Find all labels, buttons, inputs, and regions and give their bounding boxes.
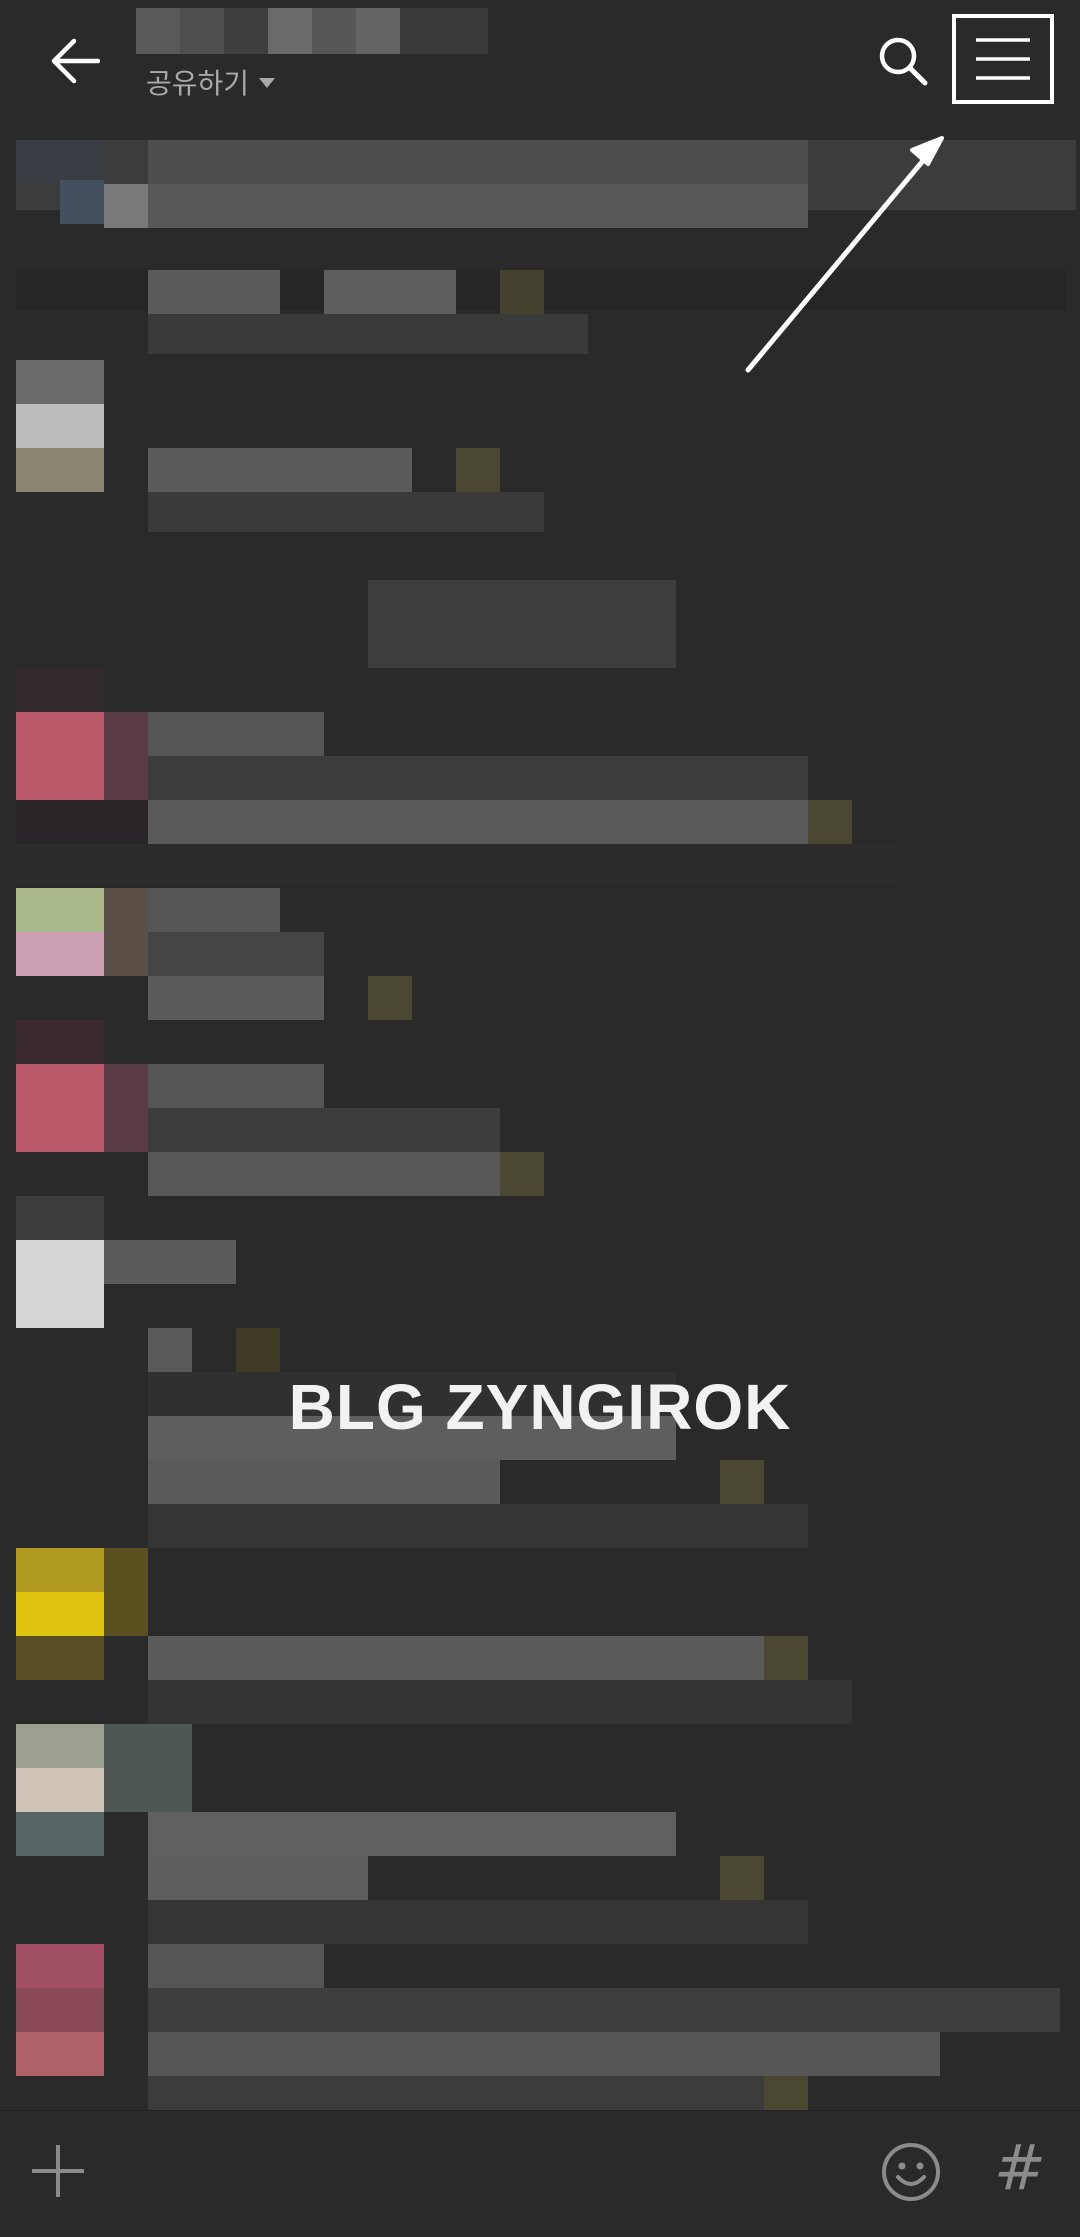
pixel-block <box>16 1988 104 2032</box>
pixel-block <box>808 800 852 844</box>
menu-button-highlighted[interactable] <box>952 14 1054 104</box>
overlay-caption: BLG ZYNGIROK <box>288 1371 792 1443</box>
top-bar: 공유하기 <box>0 0 1080 120</box>
pixel-block <box>148 800 808 844</box>
back-button[interactable] <box>40 26 110 96</box>
pixel-block <box>720 1460 764 1504</box>
pixel-block <box>148 1460 500 1504</box>
pixel-block <box>16 2032 104 2076</box>
pixel-block <box>16 888 104 932</box>
pixel-block <box>148 756 808 800</box>
pixel-block <box>148 1108 500 1152</box>
chevron-down-icon <box>259 78 276 88</box>
search-button[interactable] <box>868 26 938 96</box>
pixel-block <box>148 1812 676 1856</box>
pixel-block <box>16 360 104 404</box>
pixel-block <box>16 404 104 448</box>
pixel-block <box>148 1328 192 1372</box>
pixel-block <box>16 712 104 800</box>
pixel-block <box>148 712 324 756</box>
pixel-block <box>16 1020 104 1064</box>
pixel-block <box>368 580 676 668</box>
pixel-block <box>148 448 412 492</box>
pixel-block <box>16 1724 104 1768</box>
pixel-block <box>148 1636 808 1680</box>
share-dropdown[interactable]: 공유하기 <box>146 62 276 102</box>
pixel-block <box>148 1152 500 1196</box>
back-arrow-icon <box>51 38 100 84</box>
pixel-block <box>368 976 412 1020</box>
pixel-block <box>104 888 148 976</box>
pixel-block <box>16 1064 104 1152</box>
pixel-block <box>16 1944 104 1988</box>
pixel-block <box>148 932 324 976</box>
pixel-block <box>104 1064 148 1152</box>
pixel-block <box>16 800 148 844</box>
pixel-block <box>148 976 324 1020</box>
pixel-block <box>148 2076 764 2110</box>
pixel-block <box>324 270 456 314</box>
pixel-block <box>148 270 280 314</box>
pixel-block <box>104 1548 148 1636</box>
input-bar: # <box>0 2110 1080 2237</box>
pixel-block <box>236 1328 280 1372</box>
pixel-block <box>16 1592 104 1636</box>
pixel-block <box>764 2076 808 2110</box>
plus-icon[interactable] <box>28 2141 88 2201</box>
chat-title-pixelated <box>136 8 488 54</box>
pixel-block <box>16 1812 104 1856</box>
pixel-block <box>764 1636 808 1680</box>
pixel-block <box>16 668 104 712</box>
chat-message-list[interactable]: BLG ZYNGIROK <box>0 120 1080 2110</box>
pixel-block <box>16 448 104 492</box>
hamburger-menu-icon <box>976 38 1030 80</box>
search-icon <box>879 37 928 86</box>
pixel-block <box>148 1856 368 1900</box>
pixel-block <box>16 1196 104 1240</box>
share-label: 공유하기 <box>146 68 250 99</box>
pixel-block <box>148 1988 1060 2032</box>
pixel-block <box>456 448 500 492</box>
pixel-block <box>16 140 104 184</box>
hashtag-button[interactable]: # <box>990 2133 1050 2203</box>
pixel-block <box>148 1900 808 1944</box>
pixel-block <box>16 844 896 884</box>
pixel-block <box>16 1240 104 1328</box>
pixel-block <box>148 888 280 932</box>
pixel-block <box>148 1944 324 1988</box>
pixel-block <box>104 184 148 228</box>
pixel-block <box>148 1504 808 1548</box>
pixel-block <box>148 2032 940 2076</box>
emoji-icon[interactable] <box>880 2141 942 2203</box>
pixel-block <box>16 932 104 976</box>
pixelated-messages <box>0 120 1080 2110</box>
pixel-block <box>148 492 544 532</box>
pixel-block <box>60 180 104 224</box>
pixel-block <box>720 1856 764 1900</box>
pixel-block <box>104 1240 236 1284</box>
pixel-block <box>148 1680 852 1724</box>
pixel-block <box>16 1636 104 1680</box>
pixel-block <box>148 314 588 354</box>
pixel-block <box>148 184 808 228</box>
pixel-block <box>104 1724 192 1812</box>
pixel-block <box>500 1152 544 1196</box>
pixel-block <box>16 1768 104 1812</box>
pixel-block <box>500 270 544 314</box>
pixel-block <box>148 140 808 184</box>
pixel-block <box>16 1548 104 1592</box>
pixel-block <box>104 712 148 800</box>
pixel-block <box>148 1064 324 1108</box>
